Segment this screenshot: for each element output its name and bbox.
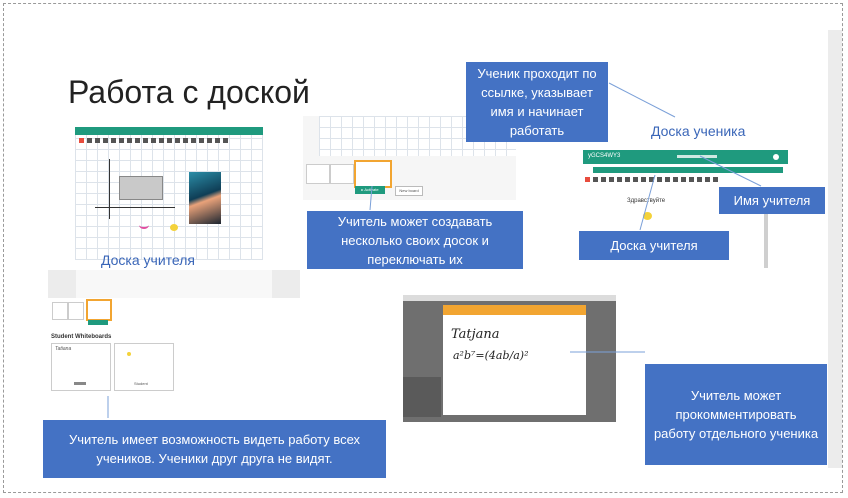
line-multiple-boards — [369, 185, 373, 211]
line-student-link — [608, 82, 676, 118]
line-teacher-board — [639, 174, 656, 231]
connector-lines — [107, 82, 762, 418]
line-teacher-name — [699, 155, 762, 187]
